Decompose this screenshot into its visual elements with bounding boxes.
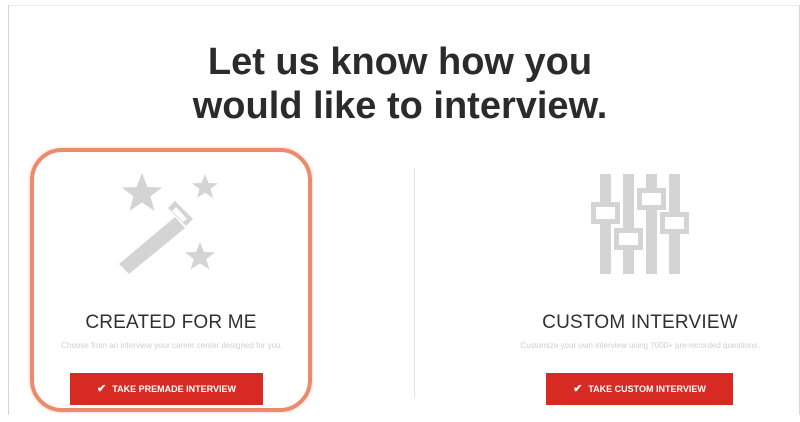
magic-wand-stars-icon bbox=[119, 173, 218, 274]
option-title: CREATED FOR ME bbox=[85, 312, 257, 333]
option-description: Choose from an interview your career cen… bbox=[61, 341, 283, 350]
checkmark-icon: ✔ bbox=[97, 382, 107, 395]
button-label: TAKE CUSTOM INTERVIEW bbox=[588, 384, 706, 394]
option-title: CUSTOM INTERVIEW bbox=[542, 312, 738, 333]
page-title-line-1: Let us know how you bbox=[207, 41, 593, 83]
take-custom-interview-button[interactable]: ✔ TAKE CUSTOM INTERVIEW bbox=[546, 373, 733, 405]
sliders-icon bbox=[591, 174, 689, 274]
take-premade-interview-button[interactable]: ✔ TAKE PREMADE INTERVIEW bbox=[70, 373, 263, 405]
option-description: Customize your own interview using 7000+… bbox=[520, 341, 760, 350]
page-title: Let us know how you would like to interv… bbox=[0, 40, 800, 128]
option-divider bbox=[414, 168, 415, 398]
page-title-line-2: would like to interview. bbox=[192, 85, 608, 127]
checkmark-icon: ✔ bbox=[573, 382, 583, 395]
button-label: TAKE PREMADE INTERVIEW bbox=[112, 384, 236, 394]
